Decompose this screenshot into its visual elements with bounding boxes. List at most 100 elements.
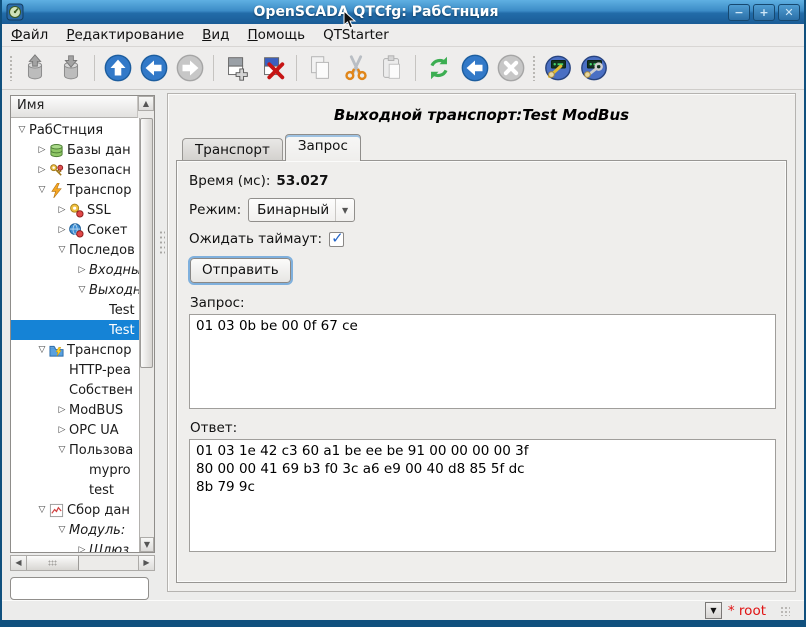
mode-label: Режим: — [189, 202, 241, 218]
start-updating-button[interactable] — [457, 51, 493, 85]
menu-item-qtstarter[interactable]: QTStarter — [314, 25, 398, 45]
tree-item-label: РабСтнция — [29, 123, 103, 138]
copy-item-button[interactable] — [302, 51, 338, 85]
tree-item-модуль-[interactable]: ▽Модуль: — [11, 520, 139, 540]
tree-scroll-down-button[interactable]: ▼ — [140, 537, 154, 552]
save-to-db-button[interactable] — [53, 51, 89, 85]
tree-expand-arrow[interactable]: ▷ — [35, 165, 49, 175]
close-button[interactable]: ✕ — [778, 4, 800, 21]
tree-item-http-реа[interactable]: HTTP-реа — [11, 360, 139, 380]
load-from-db-icon — [20, 53, 50, 83]
timeout-checkbox[interactable] — [329, 232, 344, 247]
maximize-button[interactable]: + — [753, 4, 775, 21]
tree-item-рабстнция[interactable]: ▽РабСтнция — [11, 120, 139, 140]
user-dropdown-button[interactable]: ▼ — [705, 602, 722, 619]
tree-expand-arrow[interactable]: ▷ — [75, 265, 89, 275]
tree-item-последов[interactable]: ▽Последов — [11, 240, 139, 260]
tree-item-сокет[interactable]: ▷Сокет — [11, 220, 139, 240]
tree-item-шлюз[interactable]: ▷Шлюз — [11, 540, 139, 552]
tree-expand-arrow[interactable]: ▷ — [55, 205, 69, 215]
tree-rows: ▽РабСтнция▷Базы дан▷Безопасн▽Транспор▷SS… — [11, 118, 139, 552]
tree-item-сбор-дан[interactable]: ▽Сбор дан — [11, 500, 139, 520]
tree-item-ssl[interactable]: ▷SSL — [11, 200, 139, 220]
tree-collapse-arrow[interactable]: ▽ — [35, 345, 49, 355]
tree-scrollbar-thumb[interactable] — [140, 118, 153, 368]
tree-item-собствен[interactable]: Собствен — [11, 380, 139, 400]
tree-item-test[interactable]: Test — [11, 320, 139, 340]
go-up-icon — [103, 53, 133, 83]
tabbar: ТранспортЗапрос — [176, 134, 787, 161]
qtstarter-tools-button[interactable] — [576, 51, 612, 85]
stop-updating-button[interactable] — [493, 51, 529, 85]
menubar: ФайлРедактированиеВидПомощьQTStarter — [2, 24, 804, 47]
go-back-icon — [139, 53, 169, 83]
tree-expand-arrow[interactable]: ▷ — [55, 225, 69, 235]
toolbar-drag-handle[interactable] — [9, 55, 14, 81]
tab-запрос[interactable]: Запрос — [285, 134, 361, 161]
tree-expand-arrow[interactable]: ▷ — [55, 425, 69, 435]
toolbar-drag-handle[interactable] — [532, 55, 537, 81]
menu-item-помощь[interactable]: Помощь — [239, 25, 315, 45]
mode-select[interactable]: Бинарный ▼ — [248, 198, 355, 222]
current-user-label[interactable]: * root — [728, 603, 766, 619]
tree-item-транспор[interactable]: ▽Транспор — [11, 340, 139, 360]
tab-транспорт[interactable]: Транспорт — [182, 138, 283, 161]
tree-item-label: Входны — [89, 263, 139, 278]
tree-item-входны[interactable]: ▷Входны — [11, 260, 139, 280]
load-from-db-button[interactable] — [17, 51, 53, 85]
tree-item-безопасн[interactable]: ▷Безопасн — [11, 160, 139, 180]
menu-item-файл[interactable]: Файл — [2, 25, 57, 45]
tree-collapse-arrow[interactable]: ▽ — [15, 125, 29, 135]
tree-item-транспор[interactable]: ▽Транспор — [11, 180, 139, 200]
go-back-button[interactable] — [136, 51, 172, 85]
add-item-button[interactable] — [219, 51, 255, 85]
minimize-button[interactable]: − — [728, 4, 750, 21]
resize-grip[interactable] — [780, 606, 790, 616]
toolbar-separator — [415, 55, 416, 81]
tree-collapse-arrow[interactable]: ▽ — [75, 285, 89, 295]
send-button[interactable]: Отправить — [190, 258, 291, 283]
answer-label: Ответ: — [190, 420, 776, 436]
tree-expand-arrow[interactable]: ▷ — [35, 145, 49, 155]
delete-item-button[interactable] — [255, 51, 291, 85]
tree-collapse-arrow[interactable]: ▽ — [55, 525, 69, 535]
splitter-grip[interactable] — [159, 230, 165, 256]
menu-item-вид[interactable]: Вид — [193, 25, 238, 45]
tree-hscrollbar-thumb[interactable] — [27, 556, 79, 570]
ssl-icon — [69, 203, 84, 218]
tree-scroll-right-button[interactable]: ▶ — [138, 556, 154, 570]
cut-item-button[interactable] — [338, 51, 374, 85]
go-forward-button[interactable] — [172, 51, 208, 85]
refresh-page-button[interactable] — [421, 51, 457, 85]
paste-item-button[interactable] — [374, 51, 410, 85]
tree-collapse-arrow[interactable]: ▽ — [35, 505, 49, 515]
tree-expand-arrow[interactable]: ▷ — [55, 405, 69, 415]
request-textarea[interactable]: 01 03 0b be 00 0f 67 ce — [189, 314, 776, 409]
tree-item-modbus[interactable]: ▷ModBUS — [11, 400, 139, 420]
qtstarter-config-button[interactable] — [540, 51, 576, 85]
tree-item-label: Пользова — [69, 443, 133, 458]
tab-content: Время (мс): 53.027 Режим: Бинарный ▼ Ожи… — [176, 160, 787, 583]
tree-filter-input[interactable] — [10, 577, 149, 600]
tree-horizontal-scrollbar[interactable]: ◀ ▶ — [10, 555, 155, 571]
tree-item-базы-дан[interactable]: ▷Базы дан — [11, 140, 139, 160]
tree-item-пользова[interactable]: ▽Пользова — [11, 440, 139, 460]
menu-item-редактирование[interactable]: Редактирование — [57, 25, 193, 45]
tree-item-mypro[interactable]: mypro — [11, 460, 139, 480]
answer-textarea[interactable]: 01 03 1e 42 c3 60 a1 be ee be 91 00 00 0… — [189, 439, 776, 552]
tree-item-выходн[interactable]: ▽Выходн — [11, 280, 139, 300]
tree-collapse-arrow[interactable]: ▽ — [55, 245, 69, 255]
tree-expand-arrow[interactable]: ▷ — [75, 545, 89, 552]
tree-item-test[interactable]: Test — [11, 300, 139, 320]
panel-splitter[interactable] — [155, 90, 167, 600]
tree-collapse-arrow[interactable]: ▽ — [55, 445, 69, 455]
tree-item-test[interactable]: test — [11, 480, 139, 500]
tree-column-header[interactable]: Имя — [11, 96, 138, 118]
tree-vertical-scrollbar[interactable]: ▼ — [139, 118, 154, 552]
tree-collapse-arrow[interactable]: ▽ — [35, 185, 49, 195]
tree-scroll-left-button[interactable]: ◀ — [11, 556, 27, 570]
go-up-button[interactable] — [100, 51, 136, 85]
titlebar[interactable]: OpenSCADA QTCfg: РабСтнция − + ✕ — [0, 0, 806, 24]
tree-item-opc-ua[interactable]: ▷OPC UA — [11, 420, 139, 440]
tree-scroll-up-button[interactable]: ▲ — [138, 96, 154, 111]
